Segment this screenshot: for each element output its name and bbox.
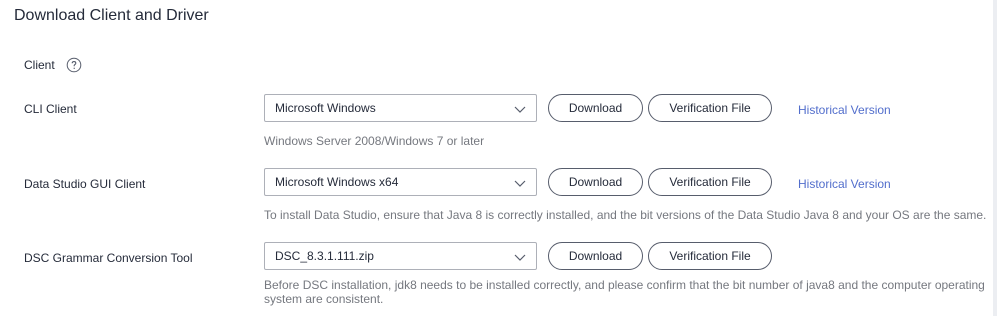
- client-section-header: Client: [24, 57, 82, 73]
- data-studio-download-button[interactable]: Download: [548, 168, 643, 196]
- select-value: DSC_8.3.1.111.zip: [275, 249, 374, 263]
- cli-client-download-button[interactable]: Download: [548, 94, 643, 122]
- page-title: Download Client and Driver: [14, 7, 209, 24]
- cli-client-os-select[interactable]: Microsoft Windows: [264, 94, 537, 122]
- chevron-down-icon: [514, 180, 526, 187]
- dsc-tool-package-select[interactable]: DSC_8.3.1.111.zip: [264, 242, 537, 270]
- chevron-down-icon: [514, 254, 526, 261]
- cli-client-verification-button[interactable]: Verification File: [648, 94, 772, 122]
- data-studio-historical-version-link[interactable]: Historical Version: [798, 177, 891, 191]
- cli-client-note: Windows Server 2008/Windows 7 or later: [264, 134, 485, 148]
- data-studio-os-select[interactable]: Microsoft Windows x64: [264, 168, 537, 196]
- select-value: Microsoft Windows: [275, 101, 376, 115]
- section-label: Client: [24, 58, 55, 72]
- dsc-tool-label: DSC Grammar Conversion Tool: [24, 251, 193, 265]
- data-studio-note: To install Data Studio, ensure that Java…: [264, 208, 987, 222]
- cli-client-historical-version-link[interactable]: Historical Version: [798, 103, 891, 117]
- chevron-down-icon: [514, 106, 526, 113]
- dsc-tool-note-line2: system are consistent.: [264, 292, 384, 306]
- help-icon[interactable]: [66, 57, 82, 73]
- select-value: Microsoft Windows x64: [275, 175, 399, 189]
- page-right-border: [993, 0, 997, 316]
- dsc-tool-note-line1: Before DSC installation, jdk8 needs to b…: [264, 278, 985, 292]
- data-studio-verification-button[interactable]: Verification File: [648, 168, 772, 196]
- dsc-tool-verification-button[interactable]: Verification File: [648, 242, 772, 270]
- cli-client-label: CLI Client: [24, 102, 77, 116]
- dsc-tool-download-button[interactable]: Download: [548, 242, 643, 270]
- data-studio-label: Data Studio GUI Client: [24, 177, 146, 191]
